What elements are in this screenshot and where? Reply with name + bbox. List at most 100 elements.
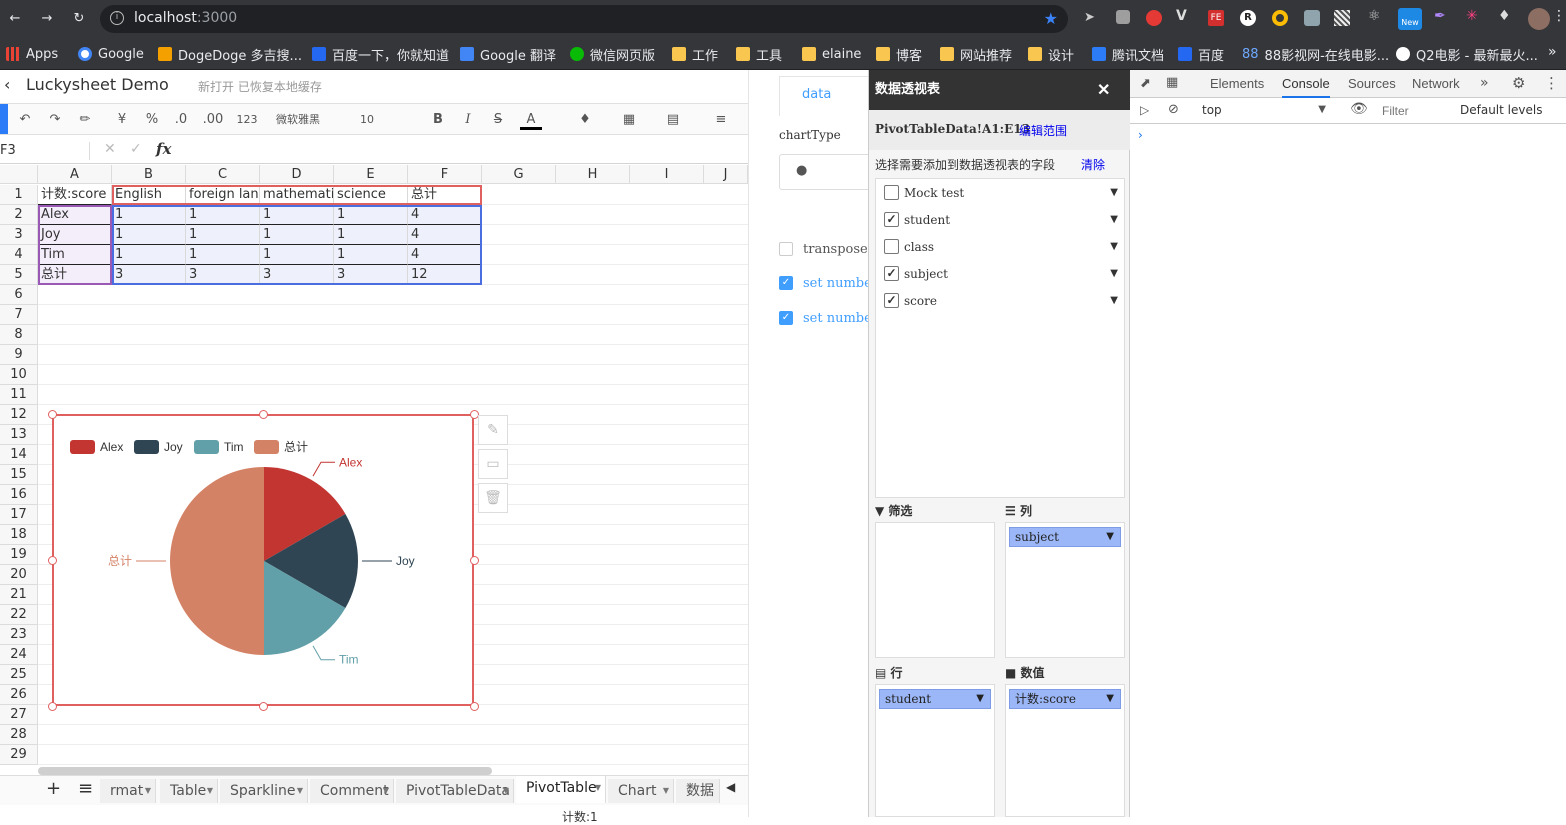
table-cell[interactable]: English bbox=[112, 185, 186, 205]
column-header[interactable]: I bbox=[630, 165, 704, 184]
font-family-dropdown[interactable]: 微软雅黑 bbox=[276, 110, 338, 130]
row-header[interactable]: 12 bbox=[0, 405, 38, 425]
bookmark-apps[interactable]: Apps bbox=[6, 44, 58, 64]
tab-elements[interactable]: Elements bbox=[1210, 70, 1264, 98]
fx-icon[interactable]: fx bbox=[156, 140, 171, 158]
field-checkbox[interactable] bbox=[884, 185, 899, 200]
bookmark-88[interactable]: 88 88影视网-在线电影... bbox=[1242, 44, 1389, 64]
row-chip[interactable]: student ▼ bbox=[879, 689, 991, 709]
tab-sources[interactable]: Sources bbox=[1348, 70, 1396, 98]
value-drop-zone[interactable]: 计数:score ▼ bbox=[1005, 684, 1125, 817]
cell-reference[interactable]: F3 bbox=[0, 142, 90, 160]
table-cell[interactable]: 1 bbox=[112, 225, 186, 245]
currency-button[interactable]: ¥ bbox=[112, 110, 132, 130]
console-filter-input[interactable] bbox=[1382, 101, 1452, 121]
legend-label[interactable]: Joy bbox=[164, 440, 183, 454]
add-sheet-icon[interactable]: + bbox=[46, 778, 61, 799]
extension-star-icon[interactable]: ✳ bbox=[1466, 8, 1478, 24]
chart-container[interactable]: Alex Alex Joy Joy Tim Tim 总计 总计 bbox=[52, 414, 474, 706]
legend-label[interactable]: 总计 bbox=[284, 440, 308, 454]
inspect-icon[interactable]: ⬈ bbox=[1140, 76, 1151, 91]
bookmarks-overflow-icon[interactable]: » bbox=[1548, 44, 1557, 60]
confirm-edit-icon[interactable]: ✓ bbox=[130, 141, 142, 157]
bookmark-sites[interactable]: 网站推荐 bbox=[940, 44, 1012, 64]
bookmark-tools[interactable]: 工具 bbox=[736, 44, 782, 64]
row-header[interactable]: 19 bbox=[0, 545, 38, 565]
merge-icon[interactable]: ▤ bbox=[662, 110, 684, 130]
log-levels-dropdown[interactable]: Default levels bbox=[1460, 103, 1542, 117]
table-cell[interactable]: 1 bbox=[112, 205, 186, 225]
table-cell[interactable]: 1 bbox=[260, 205, 334, 225]
close-icon[interactable]: ✕ bbox=[1097, 80, 1110, 99]
cancel-edit-icon[interactable]: ✕ bbox=[104, 141, 116, 157]
tab-menu-chevron-icon[interactable]: ▼ bbox=[595, 776, 601, 800]
table-cell[interactable]: 1 bbox=[260, 245, 334, 265]
resize-handle[interactable] bbox=[48, 556, 57, 565]
row-header[interactable]: 18 bbox=[0, 525, 38, 545]
table-cell[interactable]: 3 bbox=[334, 265, 408, 285]
bookmark-elaine[interactable]: elaine bbox=[802, 44, 861, 64]
row-header[interactable]: 14 bbox=[0, 445, 38, 465]
row-header[interactable]: 11 bbox=[0, 385, 38, 405]
table-cell[interactable]: 1 bbox=[334, 245, 408, 265]
row-header[interactable]: 20 bbox=[0, 565, 38, 585]
chevron-down-icon[interactable]: ▼ bbox=[1110, 264, 1118, 284]
bold-button[interactable]: B bbox=[428, 110, 448, 130]
number-format-dropdown[interactable]: 123 bbox=[232, 110, 262, 130]
sheet-grid[interactable]: A B C D E F G H I J 1 2 3 4 5 6 7 8 9 10 11 12 13 14 15 16 17 18 19 2… bbox=[0, 165, 748, 775]
row-header[interactable]: 27 bbox=[0, 705, 38, 725]
row-header[interactable]: 1 bbox=[0, 185, 38, 205]
kebab-icon[interactable]: ⋮ bbox=[1544, 74, 1559, 92]
table-cell[interactable]: 计数:score bbox=[38, 185, 112, 205]
table-cell[interactable]: 总计 bbox=[408, 185, 482, 205]
tab-menu-chevron-icon[interactable]: ▼ bbox=[297, 779, 303, 803]
bookmark-tencent-docs[interactable]: 腾讯文档 bbox=[1092, 44, 1164, 64]
legend-swatch[interactable] bbox=[194, 440, 219, 454]
extension-new-icon[interactable]: New bbox=[1398, 8, 1422, 30]
table-cell[interactable]: 3 bbox=[260, 265, 334, 285]
sheet-tab[interactable]: rmat ▼ bbox=[100, 779, 156, 803]
table-cell[interactable]: 总计 bbox=[38, 265, 112, 285]
row-header[interactable]: 26 bbox=[0, 685, 38, 705]
value-chip[interactable]: 计数:score ▼ bbox=[1009, 689, 1121, 709]
sheet-tab[interactable]: Comment ▼ bbox=[310, 779, 394, 803]
table-cell[interactable]: Joy bbox=[38, 225, 112, 245]
field-checkbox[interactable] bbox=[884, 239, 899, 254]
extension-feather-icon[interactable]: ✒ bbox=[1434, 8, 1446, 24]
row-header[interactable]: 6 bbox=[0, 285, 38, 305]
back-icon[interactable]: ← bbox=[6, 10, 24, 28]
text-color-button[interactable]: A bbox=[520, 110, 542, 130]
row-header[interactable]: 23 bbox=[0, 625, 38, 645]
extension-gray-icon[interactable] bbox=[1116, 10, 1130, 24]
extension-box-icon[interactable] bbox=[1304, 10, 1320, 26]
strikethrough-button[interactable]: S bbox=[488, 110, 508, 130]
column-drop-zone[interactable]: subject ▼ bbox=[1005, 522, 1125, 658]
pivot-field[interactable]: class ▼ bbox=[882, 237, 1118, 257]
avatar[interactable] bbox=[1528, 8, 1550, 30]
field-checkbox[interactable]: ✓ bbox=[884, 266, 899, 281]
tab-data[interactable]: data bbox=[779, 76, 871, 116]
column-chip[interactable]: subject ▼ bbox=[1009, 527, 1121, 547]
resize-handle[interactable] bbox=[470, 556, 479, 565]
bookmark-work[interactable]: 工作 bbox=[672, 44, 718, 64]
row-header[interactable]: 22 bbox=[0, 605, 38, 625]
increase-decimal-button[interactable]: .00 bbox=[200, 110, 226, 130]
extension-cursor-icon[interactable]: ➤ bbox=[1084, 10, 1095, 25]
table-cell[interactable]: 1 bbox=[334, 205, 408, 225]
device-toolbar-icon[interactable]: ▦ bbox=[1166, 75, 1178, 90]
clear-link[interactable]: 清除 bbox=[1081, 156, 1105, 173]
resize-handle[interactable] bbox=[259, 410, 268, 419]
edit-range-link[interactable]: 编辑范围 bbox=[1019, 122, 1067, 139]
bookmark-google[interactable]: Google bbox=[78, 44, 144, 64]
format-painter-icon[interactable]: ✏ bbox=[74, 110, 96, 130]
chevron-down-icon[interactable]: ▼ bbox=[1110, 210, 1118, 230]
pivot-field[interactable]: ✓ score ▼ bbox=[882, 291, 1118, 311]
fill-color-icon[interactable]: ♦ bbox=[574, 110, 596, 130]
set-number-checkbox-1[interactable]: ✓ bbox=[779, 276, 793, 290]
edit-chart-icon[interactable]: ✎ bbox=[478, 415, 508, 445]
resize-handle[interactable] bbox=[48, 702, 57, 711]
star-icon[interactable]: ★ bbox=[1044, 9, 1058, 28]
row-header[interactable]: 25 bbox=[0, 665, 38, 685]
resize-handle[interactable] bbox=[259, 702, 268, 711]
row-header[interactable]: 28 bbox=[0, 725, 38, 745]
